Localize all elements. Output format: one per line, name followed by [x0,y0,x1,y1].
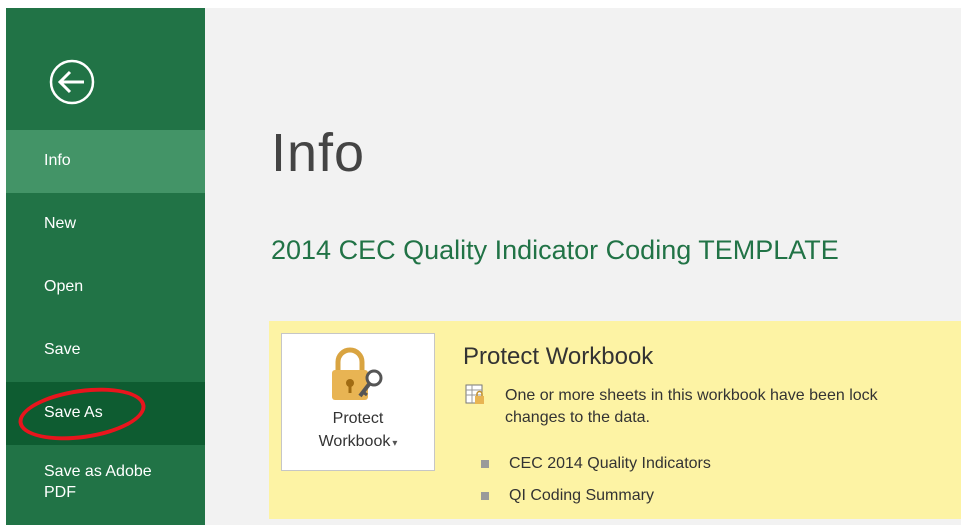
page-title: Info [271,123,366,183]
info-pane: Info 2014 CEC Quality Indicator Coding T… [205,8,961,525]
sidebar-item-label: Save [44,341,81,358]
protection-status-text-continued: changes to the data. [505,409,650,426]
protect-button-label-line2: Workbook ▾ [282,433,434,451]
sidebar-item-info[interactable]: Info [6,130,205,193]
bullet-icon [481,460,489,468]
sidebar-item-label: Open [44,278,84,295]
sidebar-item-open[interactable]: Open [6,256,205,319]
back-button[interactable] [40,50,104,114]
document-name: 2014 CEC Quality Indicator Coding TEMPLA… [271,235,839,265]
protect-workbook-panel: Protect Workbook ▾ Protect Workbook One o… [269,321,961,519]
protect-section-title: Protect Workbook [463,343,654,370]
lock-key-icon [332,347,383,400]
protected-sheet-item[interactable]: CEC 2014 Quality Indicators [509,453,711,475]
protect-workbook-button[interactable]: Protect Workbook ▾ [281,333,435,471]
sidebar-item-label: Info [44,152,71,169]
locked-sheet-icon [465,384,484,404]
backstage-sidebar: Info New Open Save Save As Save as Adobe… [6,8,205,525]
sidebar-item-label: Save as Adobe PDF [44,463,152,501]
back-arrow-icon [49,59,95,105]
protect-button-label-line1: Protect [332,410,384,427]
sidebar-item-label: New [44,215,77,232]
sidebar-item-save-as-adobe-pdf[interactable]: Save as Adobe PDF [6,445,205,525]
sidebar-item-new[interactable]: New [6,193,205,256]
protection-status-text: One or more sheets in this workbook have… [505,387,878,404]
bullet-icon [481,492,489,500]
protected-sheet-item[interactable]: QI Coding Summary [509,485,654,507]
sidebar-item-save[interactable]: Save [6,319,205,382]
dropdown-caret-icon: ▾ [392,438,398,449]
protect-button-label: Workbook [318,433,391,450]
